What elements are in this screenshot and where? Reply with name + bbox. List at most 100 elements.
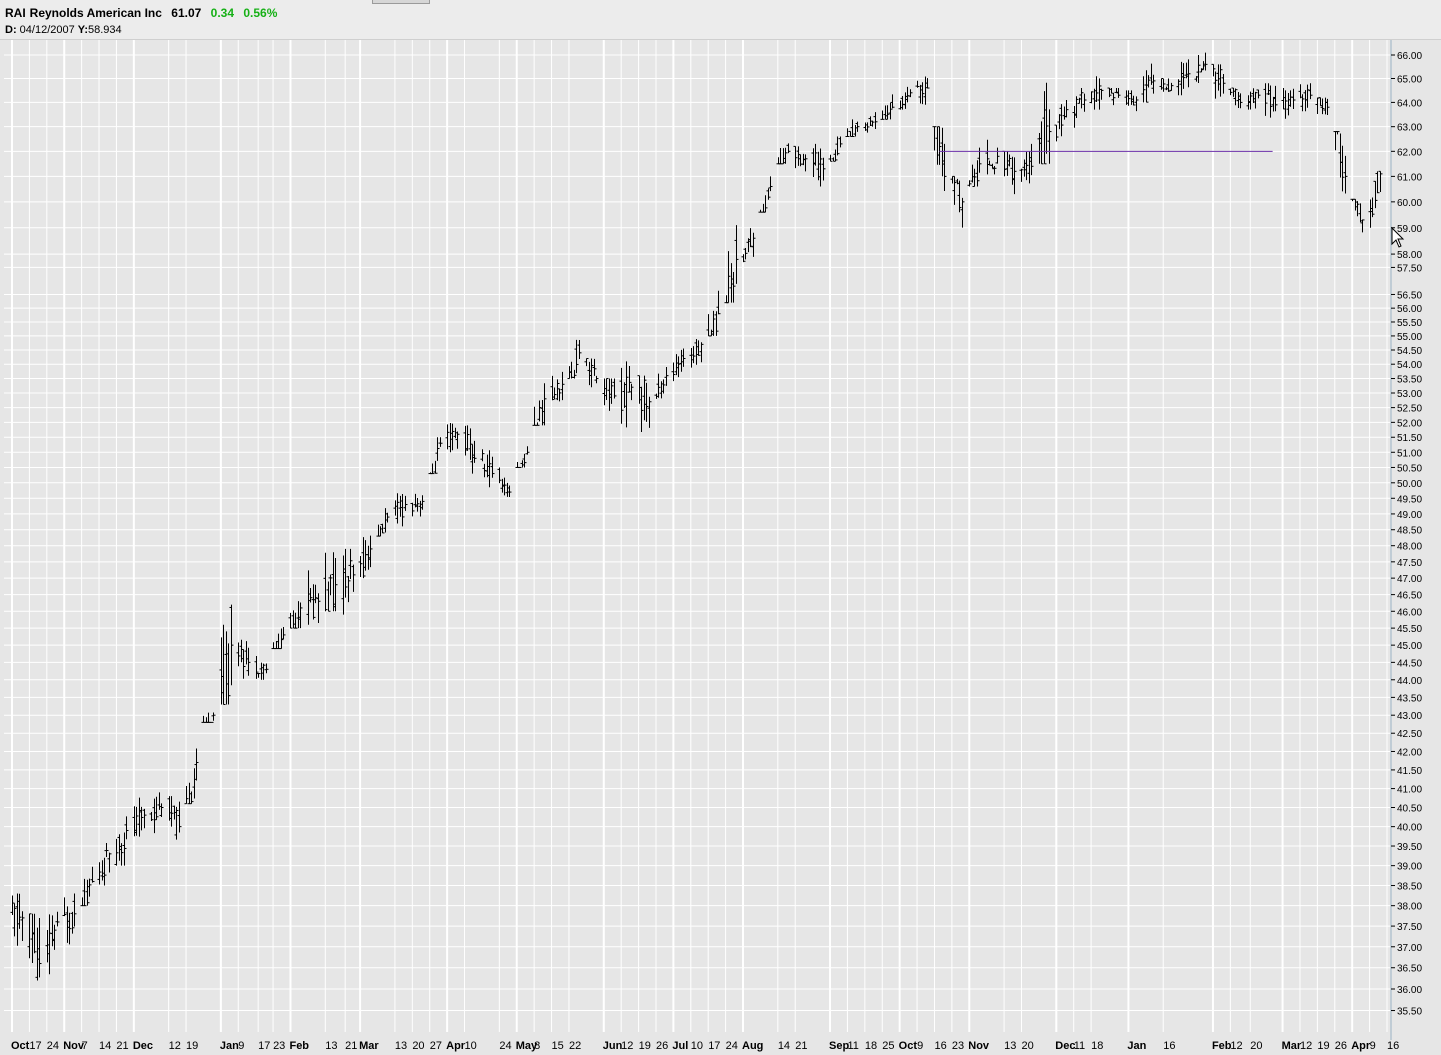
x-tick-label: 17	[29, 1040, 41, 1052]
y-tick-label: 49.50	[1397, 494, 1422, 505]
y-tick-label: 46.00	[1397, 607, 1422, 618]
x-tick-label: Jan	[220, 1040, 239, 1052]
x-tick-label: 13	[325, 1040, 337, 1052]
x-tick-label: Feb	[1212, 1040, 1232, 1052]
x-tick-label: 18	[1091, 1040, 1103, 1052]
cursor-y-value: 58.934	[87, 24, 122, 36]
cursor-y-label: Y:	[77, 24, 88, 36]
x-tick-label: 24	[499, 1040, 511, 1052]
y-tick-label: 63.00	[1397, 123, 1422, 134]
x-tick-label: 22	[569, 1040, 581, 1052]
x-tick-label: 15	[552, 1040, 564, 1052]
x-tick-label: 14	[99, 1040, 111, 1052]
x-tick-label: 13	[1004, 1040, 1016, 1052]
y-tick-label: 47.50	[1397, 558, 1422, 569]
x-tick-label: 10	[691, 1040, 703, 1052]
y-tick-label: 58.00	[1397, 250, 1422, 261]
x-tick-label: Sep	[829, 1040, 849, 1052]
y-tick-label: 56.00	[1397, 304, 1422, 315]
plot-background	[0, 40, 1441, 1055]
y-tick-label: 46.50	[1397, 591, 1422, 602]
x-tick-label: 21	[795, 1040, 807, 1052]
x-tick-label: Feb	[289, 1040, 309, 1052]
x-tick-label: Dec	[1055, 1040, 1075, 1052]
price-chart[interactable]: 35.50 36.00 36.50 37.00 37.50 38.00 38.50 39.00…	[0, 40, 1441, 1055]
x-tick-label: 16	[1387, 1040, 1399, 1052]
x-tick-label: 24	[47, 1040, 59, 1052]
cursor-date-label: D:	[5, 24, 17, 36]
y-tick-label: 48.00	[1397, 542, 1422, 553]
x-tick-label: 23	[952, 1040, 964, 1052]
y-tick-label: 50.00	[1397, 479, 1422, 490]
y-tick-label: 61.00	[1397, 172, 1422, 183]
x-tick-label: Aug	[742, 1040, 763, 1052]
x-tick-label: Oct	[11, 1040, 30, 1052]
x-tick-label: 11	[847, 1040, 858, 1052]
cursor-readout: D: 04/12/2007 Y:58.934	[5, 24, 122, 36]
y-tick-label: 53.50	[1397, 375, 1422, 386]
x-tick-label: 14	[778, 1040, 790, 1052]
y-tick-label: 36.00	[1397, 985, 1422, 996]
x-tick-label: 12	[169, 1040, 181, 1052]
y-tick-label: 38.50	[1397, 882, 1422, 893]
x-tick-label: 12	[1230, 1040, 1242, 1052]
x-tick-label: 9	[238, 1040, 244, 1052]
x-tick-label: Nov	[968, 1040, 990, 1052]
chart-header: RAI Reynolds American Inc 61.07 0.34 0.56…	[0, 0, 1441, 40]
x-tick-label: Dec	[133, 1040, 153, 1052]
x-tick-label: Jun	[603, 1040, 623, 1052]
x-tick-label: 10	[465, 1040, 477, 1052]
y-tick-label: 57.50	[1397, 263, 1422, 274]
y-tick-label: 53.00	[1397, 389, 1422, 400]
x-tick-label: Mar	[359, 1040, 379, 1052]
y-tick-label: 52.50	[1397, 404, 1422, 415]
y-tick-label: 41.50	[1397, 766, 1422, 777]
y-tick-label: 38.00	[1397, 902, 1422, 913]
x-tick-label: 16	[1163, 1040, 1175, 1052]
y-tick-label: 55.00	[1397, 332, 1422, 343]
x-tick-label: 13	[395, 1040, 407, 1052]
y-tick-label: 54.00	[1397, 360, 1422, 371]
x-tick-label: 17	[258, 1040, 270, 1052]
y-tick-label: 62.00	[1397, 147, 1422, 158]
y-tick-label: 39.00	[1397, 862, 1422, 873]
x-tick-label: 21	[345, 1040, 357, 1052]
x-tick-label: 21	[116, 1040, 128, 1052]
y-tick-label: 41.00	[1397, 785, 1422, 796]
y-tick-label: 59.00	[1397, 224, 1422, 235]
y-tick-label: 40.00	[1397, 823, 1422, 834]
x-tick-label: 26	[656, 1040, 668, 1052]
x-tick-label: 24	[726, 1040, 738, 1052]
quote-line: RAI Reynolds American Inc 61.07 0.34 0.56…	[5, 6, 283, 20]
price-change-percent: 0.56%	[243, 6, 278, 20]
x-tick-label: Mar	[1282, 1040, 1302, 1052]
x-tick-label: 20	[1021, 1040, 1033, 1052]
y-tick-label: 40.50	[1397, 803, 1422, 814]
y-tick-label: 44.50	[1397, 658, 1422, 669]
y-tick-label: 43.50	[1397, 693, 1422, 704]
toolbar-tab[interactable]	[372, 0, 430, 4]
x-tick-label: 19	[639, 1040, 651, 1052]
y-tick-label: 37.50	[1397, 922, 1422, 933]
y-tick-label: 52.00	[1397, 418, 1422, 429]
y-tick-label: 51.50	[1397, 433, 1422, 444]
symbol: RAI	[5, 6, 26, 20]
y-tick-label: 50.50	[1397, 463, 1422, 474]
x-tick-label: 18	[865, 1040, 877, 1052]
y-tick-label: 35.50	[1397, 1007, 1422, 1018]
y-tick-label: 39.50	[1397, 842, 1422, 853]
price-change: 0.34	[210, 6, 235, 20]
x-tick-label: 12	[621, 1040, 633, 1052]
x-tick-label: 9	[1370, 1040, 1376, 1052]
y-tick-label: 42.50	[1397, 729, 1422, 740]
y-tick-label: 64.00	[1397, 98, 1422, 109]
x-tick-label: 16	[934, 1040, 946, 1052]
x-tick-label: 9	[917, 1040, 923, 1052]
y-tick-label: 42.00	[1397, 747, 1422, 758]
y-tick-label: 45.00	[1397, 641, 1422, 652]
y-tick-label: 55.50	[1397, 318, 1422, 329]
y-tick-label: 37.00	[1397, 943, 1422, 954]
y-tick-label: 48.50	[1397, 526, 1422, 537]
y-tick-label: 54.50	[1397, 346, 1422, 357]
x-tick-label: 11	[1074, 1040, 1085, 1052]
